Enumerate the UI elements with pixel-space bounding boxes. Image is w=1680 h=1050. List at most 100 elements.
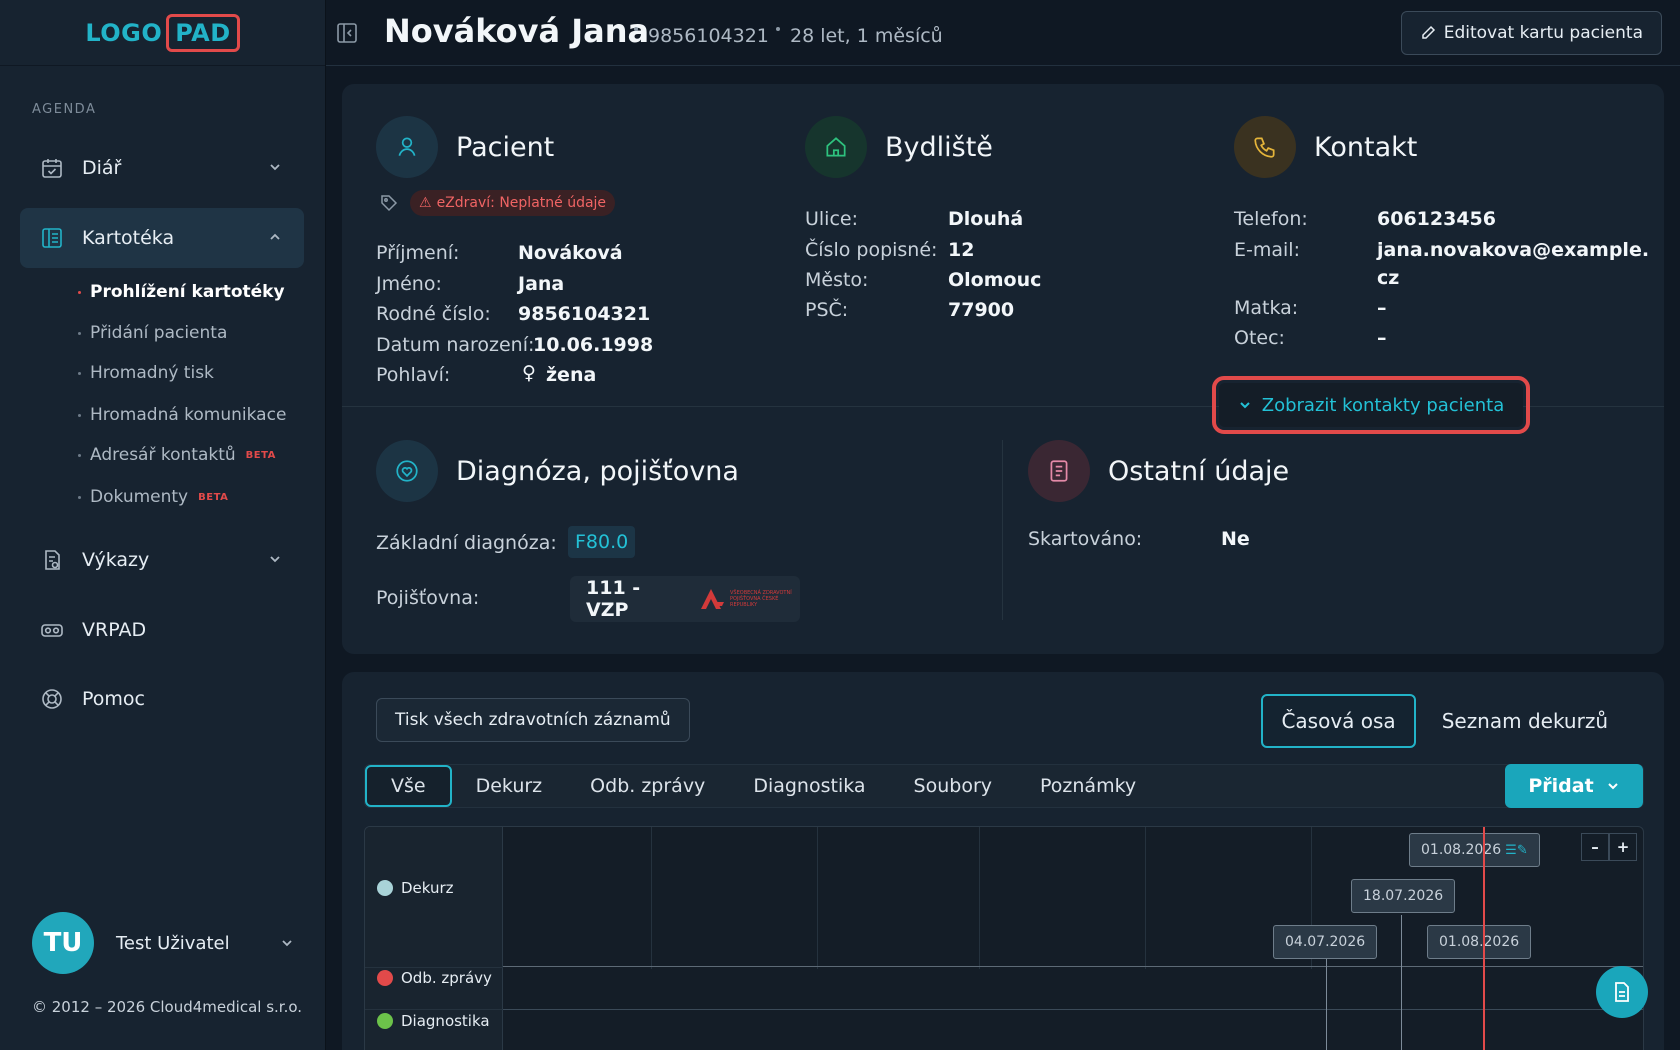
field-label: Pohlaví: (376, 364, 451, 386)
row-separator (365, 967, 503, 968)
view-list-button[interactable]: Seznam dekurzů (1424, 694, 1626, 748)
field-value: 12 (948, 239, 975, 261)
timeline-connector (1401, 915, 1402, 1050)
show-contacts-label: Zobrazit kontakty pacienta (1261, 394, 1505, 416)
show-contacts-button[interactable]: Zobrazit kontakty pacienta (1212, 376, 1530, 434)
timeline-now-marker (1483, 827, 1485, 1050)
field-value: 606123456 (1377, 208, 1496, 230)
edit-patient-button[interactable]: Editovat kartu pacienta (1400, 11, 1662, 55)
sidebar-item-diar[interactable]: Diář (20, 138, 304, 198)
diagnosis-section-header: Diagnóza, pojišťovna (376, 440, 739, 502)
subitem-label: Přidání pacienta (90, 323, 228, 343)
sidebar-item-vrpad[interactable]: VRPAD (20, 600, 304, 660)
timeline-row-labels: Dekurz Odb. zprávy Diagnostika (365, 827, 503, 1050)
document-icon (1028, 440, 1090, 502)
edit-patient-label: Editovat kartu pacienta (1443, 23, 1643, 43)
sidebar-subitem-dokumenty[interactable]: Dokumenty BETA (78, 487, 228, 507)
subitem-label: Hromadný tisk (90, 363, 214, 383)
print-all-records-button[interactable]: Tisk všech zdravotních záznamů (376, 698, 690, 742)
timeline-chip-date: 01.08.2026 (1421, 842, 1502, 858)
sidebar-subitem-tisk[interactable]: Hromadný tisk (78, 363, 214, 383)
bullet-icon (78, 453, 81, 457)
vzp-logo-mark (701, 589, 724, 609)
user-name: Test Uživatel (116, 932, 230, 954)
separator-dot (634, 27, 638, 31)
calendar-icon (40, 156, 64, 180)
logo-area: LOGO PAD (0, 0, 325, 66)
field-value: Olomouc (948, 269, 1042, 291)
zoom-out-button[interactable]: – (1581, 833, 1609, 861)
timeline-row-odb-zpravy: Odb. zprávy (377, 969, 492, 987)
diagnostika-color-dot (377, 1013, 393, 1029)
sidebar-item-pomoc[interactable]: Pomoc (20, 669, 304, 729)
odb-zpravy-color-dot (377, 970, 393, 986)
field-value: 10.06.1998 (533, 334, 654, 356)
sidebar-subitem-adresar[interactable]: Adresář kontaktů BETA (78, 445, 276, 465)
floating-document-button[interactable] (1596, 966, 1648, 1018)
field-sex: Pohlaví: ♀ žena (376, 362, 596, 386)
sidebar-item-label: VRPAD (82, 619, 147, 641)
tag-icon[interactable] (380, 194, 398, 212)
sidebar-subitem-pridani[interactable]: Přidání pacienta (78, 323, 227, 343)
field-label: Skartováno: (1028, 528, 1143, 550)
user-menu[interactable]: TU Test Uživatel (32, 912, 294, 974)
tab-diagnostika[interactable]: Diagnostika (729, 765, 889, 807)
sidebar-subitem-komunikace[interactable]: Hromadná komunikace (78, 405, 286, 425)
field-birth-number: Rodné číslo: 9856104321 (376, 303, 650, 325)
sidebar-item-kartoteka[interactable]: Kartotéka (20, 208, 304, 268)
person-icon (376, 116, 438, 178)
field-mother: Matka: – (1234, 297, 1387, 319)
diagnosis-code-badge[interactable]: F80.0 (568, 526, 636, 558)
logo[interactable]: LOGO PAD (85, 13, 240, 52)
field-surname: Příjmení: Nováková (376, 242, 623, 264)
bullet-icon (78, 413, 81, 417)
chevron-down-icon (1607, 783, 1618, 790)
field-shredded: Skartováno: Ne (1028, 528, 1250, 550)
view-timeline-button[interactable]: Časová osa (1261, 694, 1416, 748)
field-label: Telefon: (1234, 208, 1308, 230)
chevron-down-icon (1240, 402, 1250, 409)
separator-dot (776, 27, 780, 31)
page-header: Nováková Jana 9856104321 28 let, 1 měsíc… (326, 0, 1680, 66)
field-zip: PSČ: 77900 (805, 299, 1014, 321)
sidebar-toggle-icon[interactable] (336, 22, 358, 44)
document-icon (1615, 982, 1629, 1002)
field-value: 9856104321 (518, 303, 651, 325)
field-insurer: Pojišťovna: (376, 587, 479, 609)
tab-poznamky[interactable]: Poznámky (1016, 765, 1160, 807)
timeline[interactable]: Dekurz Odb. zprávy Diagnostika 01.08.202… (364, 826, 1644, 1050)
timeline-chip[interactable]: 01.08.2026 (1427, 925, 1532, 959)
subitem-label: Dokumenty (90, 487, 189, 507)
tab-vse[interactable]: Vše (365, 765, 452, 807)
timeline-gridline (979, 827, 980, 969)
field-label: Jméno: (376, 273, 442, 295)
tab-soubory[interactable]: Soubory (890, 765, 1016, 807)
timeline-chip[interactable]: 18.07.2026 (1351, 879, 1456, 913)
other-section-title: Ostatní údaje (1108, 455, 1290, 487)
field-label: E-mail: (1234, 239, 1300, 261)
tab-dekurz[interactable]: Dekurz (452, 765, 567, 807)
chevron-down-icon (270, 556, 280, 563)
field-label: Rodné číslo: (376, 303, 491, 325)
female-icon: ♀ (522, 362, 536, 384)
timeline-chip[interactable]: 01.08.2026 ☰✎ (1409, 833, 1540, 867)
heart-icon (376, 440, 438, 502)
field-first-name: Jméno: Jana (376, 273, 564, 295)
vr-icon (40, 618, 64, 642)
field-birth-date: Datum narození: 10.06.1998 (376, 334, 653, 356)
field-city: Město: Olomouc (805, 269, 1041, 291)
header-age: 28 let, 1 měsíců (790, 25, 943, 47)
add-record-button[interactable]: Přidat (1505, 764, 1643, 808)
timeline-chip[interactable]: 04.07.2026 (1273, 925, 1378, 959)
tab-odb-zpravy[interactable]: Odb. zprávy (566, 765, 729, 807)
sidebar-item-vykazy[interactable]: Výkazy (20, 530, 304, 590)
field-father: Otec: – (1234, 327, 1387, 349)
show-contacts-inner: Zobrazit kontakty pacienta (1219, 383, 1523, 427)
header-birth-number: 9856104321 (648, 25, 769, 47)
timeline-gridline (1145, 827, 1146, 969)
note-icon: ☰✎ (1505, 842, 1528, 858)
ezdravi-status-badge[interactable]: ⚠ eZdraví: Neplatné údaje (410, 190, 616, 216)
zoom-in-button[interactable]: + (1609, 833, 1637, 861)
sidebar-subitem-prohlizeni[interactable]: Prohlížení kartotéky (78, 282, 285, 302)
insurer-badge: 111 - VZP VŠEOBECNÁ ZDRAVOTNÍ POJIŠŤOVNA… (570, 576, 800, 622)
